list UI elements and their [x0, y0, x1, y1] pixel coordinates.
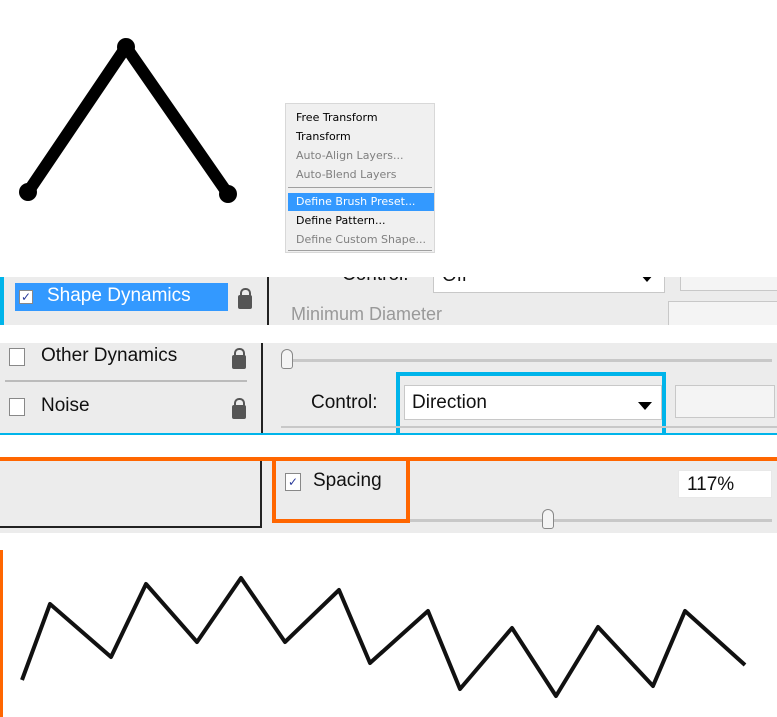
- angle-control-value: Direction: [412, 392, 487, 413]
- stroke-node: [19, 183, 37, 201]
- orange-left-marker: [0, 550, 3, 717]
- divider: [5, 380, 247, 382]
- stroke-node: [219, 185, 237, 203]
- slider-track[interactable]: [282, 359, 772, 362]
- divider: [261, 343, 263, 433]
- menu-item-define-custom-shape[interactable]: Define Custom Shape...: [296, 233, 426, 246]
- dynamics-panel: Other Dynamics Noise Control: Direction: [0, 343, 777, 435]
- control-label: Control:: [342, 277, 409, 286]
- angle-control-label: Control:: [311, 392, 378, 413]
- noise-checkbox[interactable]: [9, 398, 25, 416]
- zigzag-brush-stroke: [20, 576, 747, 698]
- menu-item-transform[interactable]: Transform: [296, 130, 351, 143]
- spacing-slider-track[interactable]: [410, 519, 772, 522]
- menu-item-auto-blend[interactable]: Auto-Blend Layers: [296, 168, 397, 181]
- spacing-checkbox[interactable]: ✓: [285, 473, 301, 491]
- menu-item-define-pattern[interactable]: Define Pattern...: [296, 214, 385, 227]
- caret-brush-stroke: [22, 41, 234, 200]
- shape-dynamics-panel: ✓ Shape Dynamics Control: Off Minimum Di…: [0, 277, 777, 325]
- angle-control-dropdown[interactable]: Direction: [404, 385, 662, 420]
- context-menu: Free Transform Transform Auto-Align Laye…: [285, 103, 435, 253]
- lock-icon[interactable]: [232, 398, 246, 419]
- spacing-slider-thumb[interactable]: [542, 509, 554, 529]
- lock-icon[interactable]: [232, 348, 246, 369]
- other-dynamics-label[interactable]: Other Dynamics: [41, 345, 177, 367]
- control-dropdown[interactable]: Off: [433, 277, 665, 293]
- spacing-value-field[interactable]: 117%: [678, 470, 772, 498]
- lock-icon[interactable]: [238, 288, 252, 309]
- shape-dynamics-checkbox[interactable]: ✓: [19, 290, 33, 304]
- control-value: Off: [442, 277, 467, 287]
- menu-item-auto-align[interactable]: Auto-Align Layers...: [296, 149, 403, 162]
- angle-jitter-field[interactable]: [675, 385, 775, 418]
- chevron-down-icon: [640, 277, 654, 282]
- chevron-down-icon: [638, 402, 652, 410]
- menu-separator: [288, 187, 432, 188]
- menu-separator: [288, 250, 432, 251]
- minimum-diameter-label: Minimum Diameter: [291, 304, 443, 324]
- minimum-diameter-field[interactable]: [668, 301, 777, 325]
- menu-item-label: Define Brush Preset...: [296, 195, 416, 208]
- menu-item-define-brush-preset[interactable]: Define Brush Preset...: [288, 193, 434, 211]
- other-dynamics-checkbox[interactable]: [9, 348, 25, 366]
- spacing-label: Spacing: [313, 470, 382, 491]
- menu-item-free-transform[interactable]: Free Transform: [296, 111, 378, 124]
- divider: [281, 426, 777, 428]
- spacing-panel: ✓ Spacing 117%: [0, 461, 777, 533]
- noise-label[interactable]: Noise: [41, 395, 90, 417]
- shape-dynamics-label: Shape Dynamics: [47, 285, 191, 306]
- brush-list-area: [0, 461, 262, 528]
- jitter-field[interactable]: [680, 277, 777, 291]
- cyan-marker: [0, 277, 4, 325]
- stroke-node: [117, 38, 135, 56]
- shape-dynamics-item[interactable]: ✓ Shape Dynamics: [15, 283, 228, 311]
- slider-thumb[interactable]: [281, 349, 293, 369]
- spacing-value: 117%: [687, 474, 735, 495]
- divider: [267, 277, 269, 325]
